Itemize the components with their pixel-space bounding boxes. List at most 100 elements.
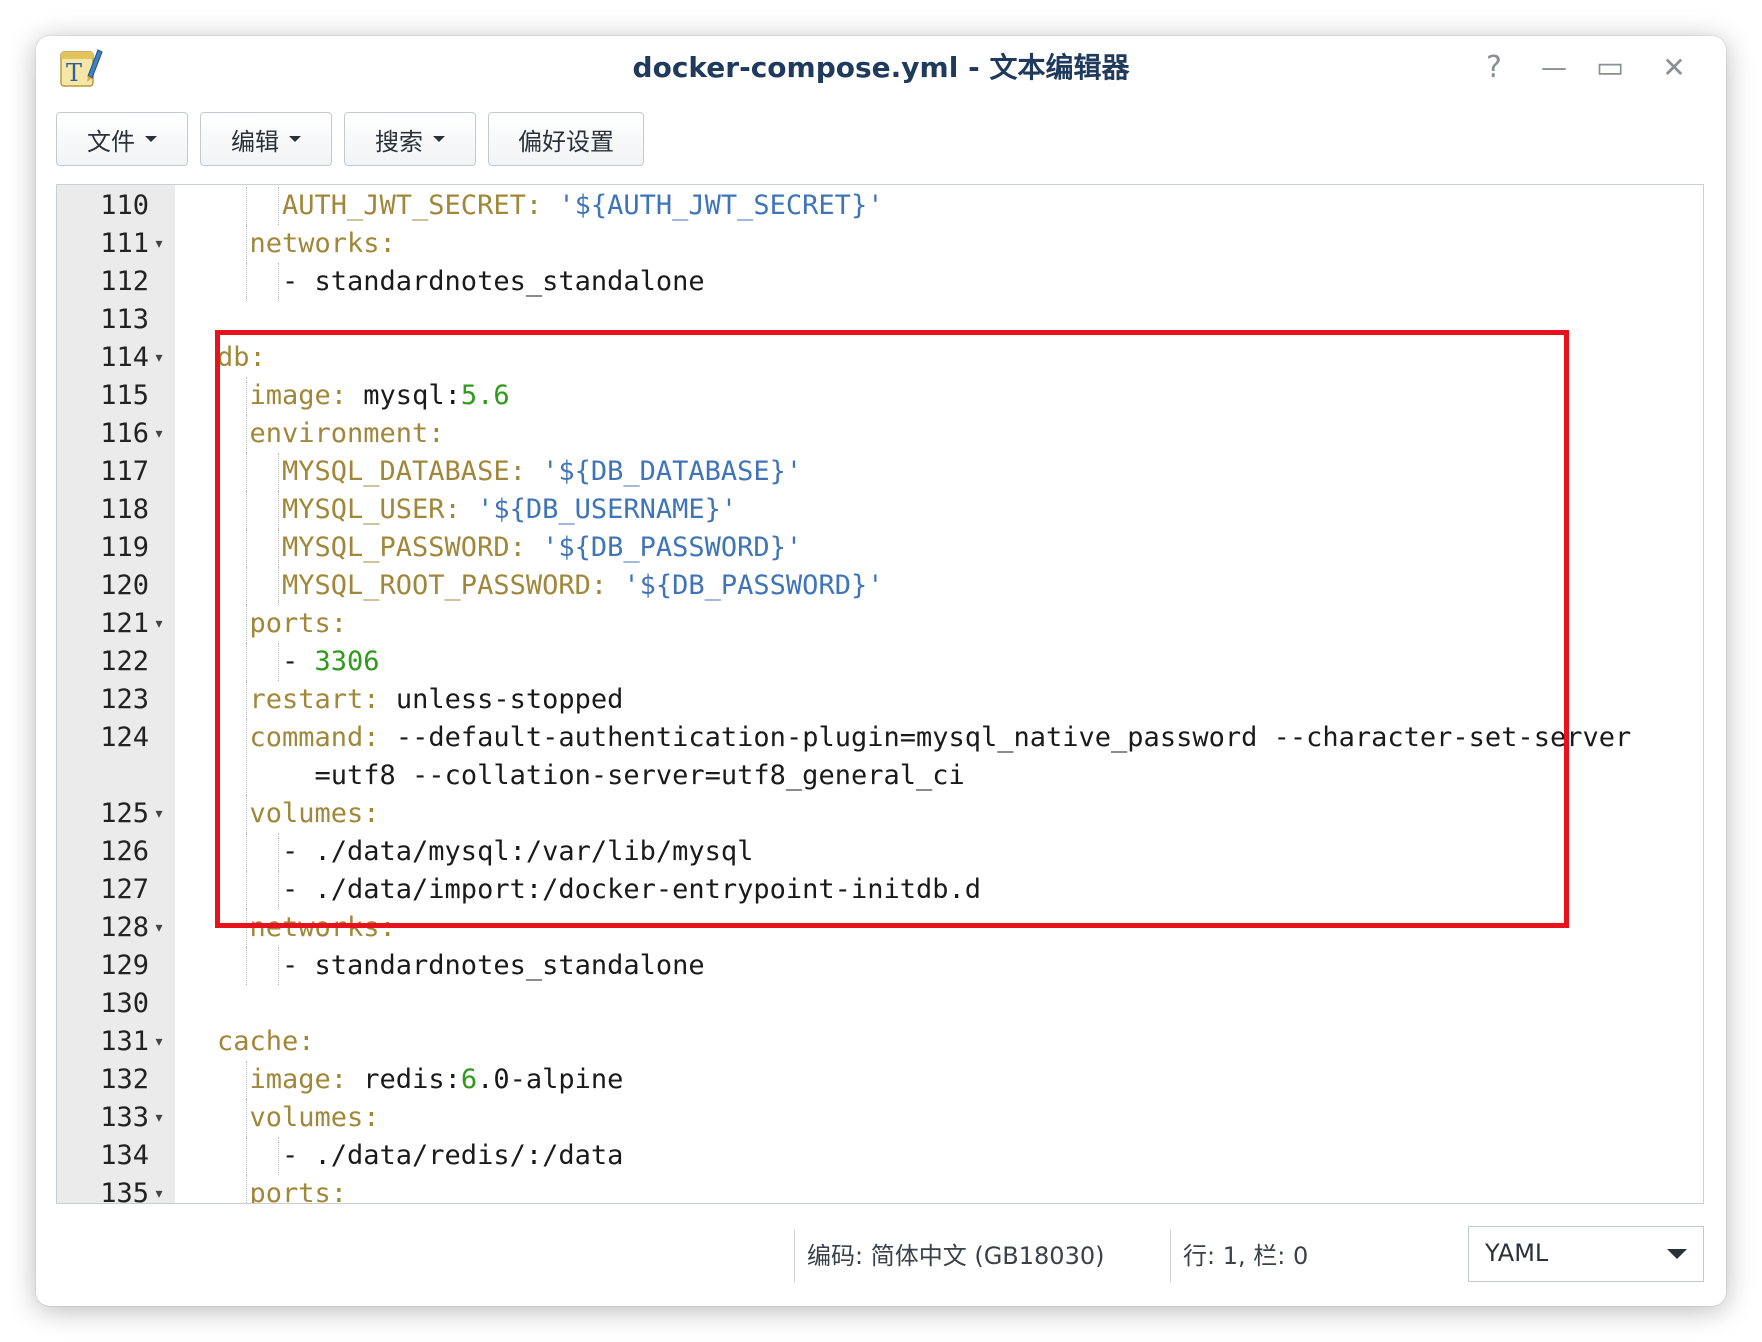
code-line: 128 ▾ networks:	[57, 909, 1703, 947]
fold-toggle-icon[interactable]: ▾	[151, 605, 167, 643]
line-number: 114	[100, 342, 149, 373]
line-number: 127	[100, 874, 149, 905]
minimize-icon[interactable]: —	[1532, 48, 1576, 88]
fold-toggle-icon[interactable]: ▾	[151, 1023, 167, 1061]
indent-guide	[245, 187, 247, 225]
code-token: volumes:	[249, 1102, 380, 1133]
code-text: - ./data/import:/docker-entrypoint-initd…	[282, 871, 1693, 909]
language-select[interactable]: YAML	[1468, 1226, 1704, 1282]
file-menu-button[interactable]: 文件	[56, 112, 188, 166]
line-number: 112	[100, 266, 149, 297]
code-text: - standardnotes_standalone	[282, 947, 1693, 985]
line-number: 123	[100, 684, 149, 715]
close-icon[interactable]: ✕	[1652, 48, 1696, 88]
indent-guide	[278, 947, 279, 985]
code-token: restart:	[249, 684, 396, 715]
indent-guide	[278, 263, 279, 301]
code-text: ports:	[250, 1175, 1694, 1203]
code-line: 131 ▾ cache:	[57, 1023, 1703, 1061]
code-line: 129 - standardnotes_standalone	[57, 947, 1703, 985]
help-icon[interactable]: ?	[1472, 48, 1516, 88]
chevron-down-icon	[1667, 1249, 1687, 1259]
fold-toggle-icon[interactable]: ▾	[151, 1099, 167, 1137]
code-token: 6	[460, 1064, 478, 1095]
code-line: 118 MYSQL_USER: '${DB_USERNAME}'	[57, 491, 1703, 529]
line-number: 128	[100, 912, 149, 943]
code-token: mysql:	[363, 380, 461, 411]
code-line: 124 command: --default-authentication-plu…	[57, 719, 1703, 795]
fold-toggle-icon[interactable]: ▾	[151, 339, 167, 377]
code-line: 135 ▾ ports:	[57, 1175, 1703, 1204]
code-token: command:	[249, 722, 396, 753]
indent-guide	[245, 491, 247, 529]
indent-guide	[278, 453, 279, 491]
code-token: ports:	[249, 608, 348, 639]
fold-toggle-icon[interactable]: ▾	[151, 1175, 167, 1203]
line-number: 135	[100, 1178, 149, 1204]
code-line: 133 ▾ volumes:	[57, 1099, 1703, 1137]
code-line: 126 - ./data/mysql:/var/lib/mysql	[57, 833, 1703, 871]
code-token: '${DB_DATABASE}'	[542, 456, 803, 487]
code-token: '${DB_PASSWORD}'	[542, 532, 803, 563]
indent-guide	[245, 643, 247, 681]
code-token: networks:	[249, 912, 396, 943]
indent-guide	[245, 947, 247, 985]
indent-guide	[278, 871, 279, 909]
code-token: - ./data/mysql:/var/lib/mysql	[282, 836, 754, 867]
code-line: 127 - ./data/import:/docker-entrypoint-in…	[57, 871, 1703, 909]
code-text: restart: unless-stopped	[250, 681, 1694, 719]
fold-toggle-icon[interactable]: ▾	[151, 415, 167, 453]
maximize-icon[interactable]: ▭	[1588, 48, 1632, 88]
line-number: 134	[100, 1140, 149, 1171]
fold-toggle-icon[interactable]: ▾	[151, 909, 167, 947]
code-line: 121 ▾ ports:	[57, 605, 1703, 643]
code-line: 114 ▾ db:	[57, 339, 1703, 377]
indent-guide	[245, 795, 247, 833]
fold-toggle-icon[interactable]: ▾	[151, 225, 167, 263]
code-token: 3306	[314, 646, 380, 677]
code-line: 125 ▾ volumes:	[57, 795, 1703, 833]
edit-menu-button[interactable]: 编辑	[200, 112, 332, 166]
line-number: 121	[100, 608, 149, 639]
code-text: - ./data/redis/:/data	[282, 1137, 1693, 1175]
line-number: 118	[100, 494, 149, 525]
cursor-position-status: 行: 1, 栏: 0	[1170, 1230, 1410, 1282]
indent-guide	[245, 263, 247, 301]
indent-guide	[278, 643, 279, 681]
code-token: - ./data/import:/docker-entrypoint-initd…	[282, 874, 981, 905]
indent-guide	[245, 415, 247, 453]
indent-guide	[278, 1137, 279, 1175]
code-text: volumes:	[250, 1099, 1694, 1137]
code-line: 116 ▾ environment:	[57, 415, 1703, 453]
indent-guide	[278, 567, 279, 605]
code-line: 130	[57, 985, 1703, 1023]
code-text: - ./data/mysql:/var/lib/mysql	[282, 833, 1693, 871]
preferences-button[interactable]: 偏好设置	[488, 112, 644, 166]
code-token: redis:	[363, 1064, 461, 1095]
fold-toggle-icon[interactable]: ▾	[151, 795, 167, 833]
code-line: 111 ▾ networks:	[57, 225, 1703, 263]
line-number: 124	[100, 722, 149, 753]
status-bar: 编码: 简体中文 (GB18030) 行: 1, 栏: 0 YAML	[36, 1216, 1726, 1306]
code-token: MYSQL_USER:	[282, 494, 478, 525]
code-text: MYSQL_PASSWORD: '${DB_PASSWORD}'	[282, 529, 1693, 567]
code-token: db:	[217, 342, 266, 373]
code-line: 120 MYSQL_ROOT_PASSWORD: '${DB_PASSWORD}'	[57, 567, 1703, 605]
line-number: 119	[100, 532, 149, 563]
encoding-status[interactable]: 编码: 简体中文 (GB18030)	[794, 1230, 1154, 1282]
search-menu-button[interactable]: 搜索	[344, 112, 476, 166]
indent-guide	[245, 719, 247, 795]
code-line: 123 restart: unless-stopped	[57, 681, 1703, 719]
preferences-label: 偏好设置	[518, 127, 614, 156]
line-number: 122	[100, 646, 149, 677]
code-text: - 3306	[282, 643, 1693, 681]
code-line: 115 image: mysql:5.6	[57, 377, 1703, 415]
indent-guide	[278, 833, 279, 871]
indent-guide	[245, 1061, 247, 1099]
code-text: networks:	[250, 225, 1694, 263]
indent-guide	[245, 453, 247, 491]
language-select-value: YAML	[1485, 1239, 1549, 1267]
line-number: 110	[100, 190, 149, 221]
code-editor[interactable]: 110 AUTH_JWT_SECRET: '${AUTH_JWT_SECRET}'…	[56, 184, 1704, 1204]
code-token: .0-alpine	[477, 1064, 624, 1095]
